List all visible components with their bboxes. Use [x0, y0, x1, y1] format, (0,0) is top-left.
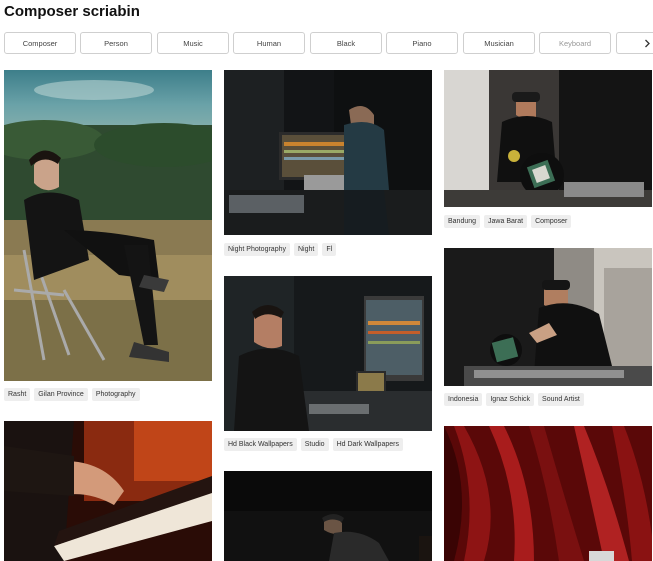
chip-black[interactable]: Black — [310, 32, 382, 54]
photo-computer-studio[interactable] — [224, 276, 432, 431]
tag[interactable]: Bandung — [444, 215, 481, 228]
tag-list: Hd Black Wallpapers Studio Hd Dark Wallp… — [224, 438, 403, 451]
photo-piano-hands[interactable] — [4, 421, 212, 561]
chip-filter-bar: Composer Person Music Human Black Piano … — [4, 32, 653, 54]
tag[interactable]: Hd Black Wallpapers — [224, 438, 297, 451]
chevron-right-icon — [642, 32, 652, 54]
tag[interactable]: Rasht — [4, 388, 31, 401]
chip-person[interactable]: Person — [80, 32, 152, 54]
tag-list: Bandung Jawa Barat Composer — [444, 215, 572, 228]
tag-list: Indonesia Ignaz Schick Sound Artist — [444, 393, 584, 406]
tag[interactable]: Jawa Barat — [484, 215, 528, 228]
photo-dj-turntables[interactable] — [444, 248, 652, 386]
tag[interactable]: Fl — [322, 243, 337, 256]
photo-dj-vinyl[interactable] — [444, 70, 652, 207]
tag[interactable]: Composer — [531, 215, 572, 228]
chip-music[interactable]: Music — [157, 32, 229, 54]
chip-musician[interactable]: Musician — [463, 32, 535, 54]
tag[interactable]: Ignaz Schick — [486, 393, 535, 406]
page-title: Composer scriabin — [4, 3, 140, 20]
tag[interactable]: Night — [293, 243, 319, 256]
tag[interactable]: Sound Artist — [538, 393, 584, 406]
chip-piano[interactable]: Piano — [386, 32, 458, 54]
photo-red-curtain[interactable] — [444, 426, 652, 561]
chip-keyboard[interactable]: Keyboard — [539, 32, 611, 54]
tag[interactable]: Indonesia — [444, 393, 483, 406]
chip-composer[interactable]: Composer — [4, 32, 76, 54]
tag-list: Night Photography Night Fl — [224, 243, 337, 256]
tag[interactable]: Photography — [91, 388, 140, 401]
chips-next-button[interactable] — [616, 32, 653, 54]
tag-list: Rasht Gilan Province Photography — [4, 388, 140, 401]
tag[interactable]: Gilan Province — [34, 388, 88, 401]
photo-studio-desk[interactable] — [224, 70, 432, 235]
tag[interactable]: Hd Dark Wallpapers — [332, 438, 403, 451]
tag[interactable]: Night Photography — [224, 243, 290, 256]
chip-human[interactable]: Human — [233, 32, 305, 54]
photo-dj-dark[interactable] — [224, 471, 432, 561]
photo-man-on-chair[interactable] — [4, 70, 212, 381]
tag[interactable]: Studio — [300, 438, 329, 451]
